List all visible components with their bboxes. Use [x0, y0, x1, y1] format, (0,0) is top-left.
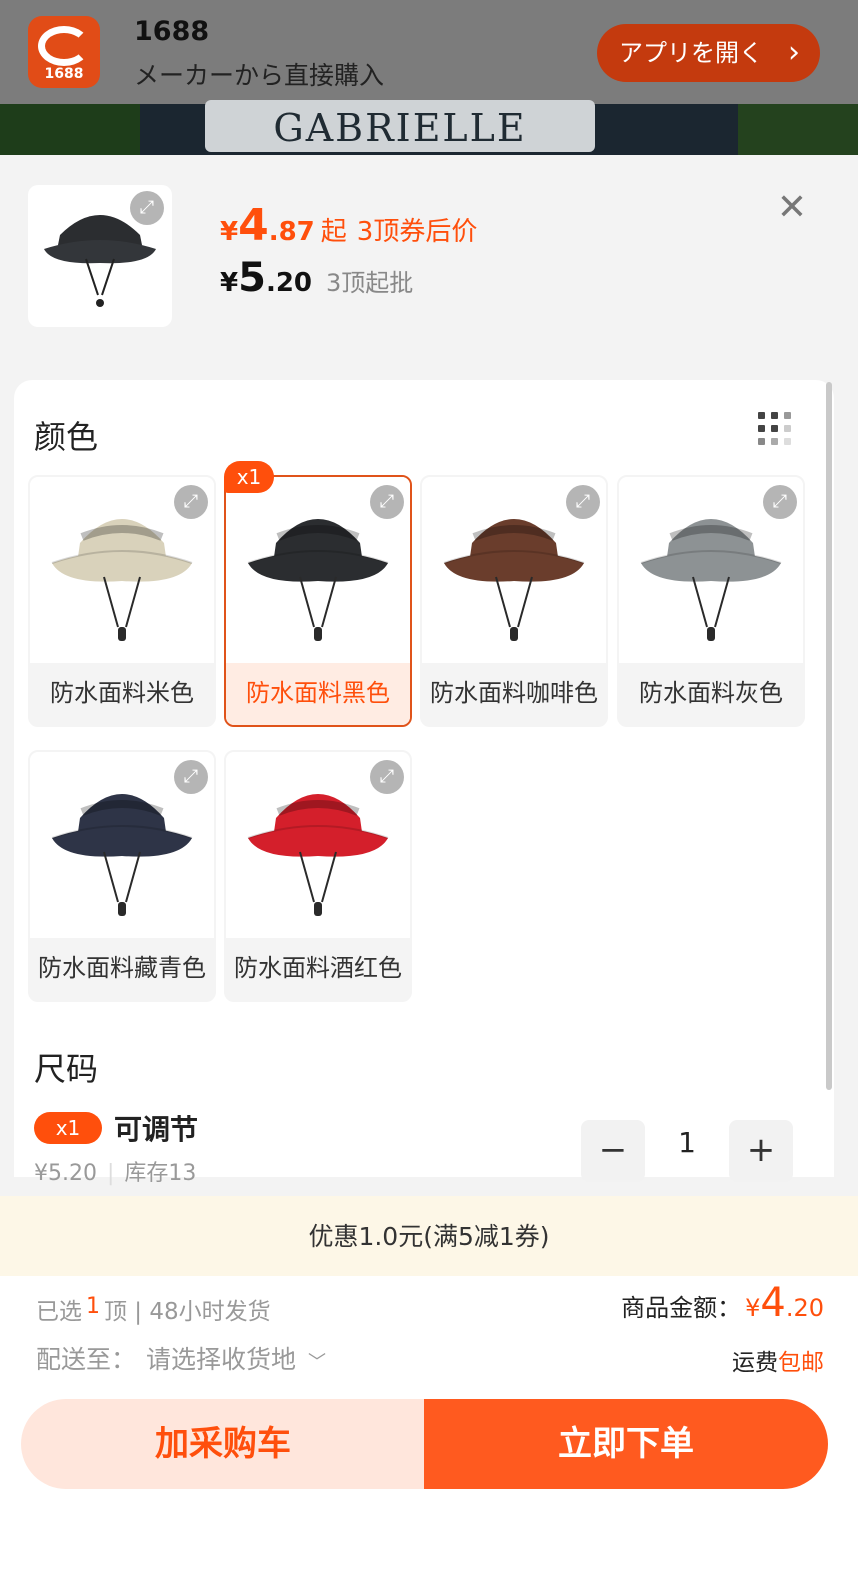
color-option-label: 防水面料米色	[50, 679, 194, 707]
quantity-increase-button[interactable]: +	[729, 1120, 793, 1182]
buy-now-button[interactable]: 立即下单	[424, 1399, 828, 1489]
color-option-label: 防水面料黑色	[226, 663, 410, 725]
grid-view-icon[interactable]	[758, 412, 792, 446]
selected-count-badge: x1	[224, 461, 274, 493]
color-option-card[interactable]: ⤢ 防水面料咖啡色	[420, 475, 608, 727]
coupon-price: ¥4.87 起 3顶券后价	[220, 200, 478, 251]
open-app-button[interactable]: アプリを開く ›	[597, 24, 820, 82]
color-option-card[interactable]: ⤢ 防水面料酒红色	[224, 750, 412, 1002]
expand-icon[interactable]: ⤢	[370, 760, 404, 794]
color-option-card[interactable]: ⤢ 防水面料灰色	[617, 475, 805, 727]
shipping-address-selector[interactable]: 配送至： 请选择收货地 ﹀	[36, 1340, 326, 1376]
quantity-decrease-button[interactable]: −	[581, 1120, 645, 1182]
background-shirt-print: GABRIELLE CHANEL	[205, 100, 595, 152]
chevron-down-icon: ﹀	[307, 1352, 326, 1373]
expand-icon[interactable]: ⤢	[370, 485, 404, 519]
product-thumbnail[interactable]: ⤢	[28, 185, 172, 327]
color-option-card[interactable]: ⤢ 防水面料米色	[28, 475, 216, 727]
expand-icon[interactable]: ⤢	[763, 485, 797, 519]
expand-icon[interactable]: ⤢	[566, 485, 600, 519]
close-icon[interactable]: ✕	[772, 188, 812, 228]
size-option-name: 可调节	[114, 1113, 199, 1146]
add-to-cart-button[interactable]: 加采购车	[21, 1399, 425, 1489]
top-banner: GABRIELLE CHANEL 1688 1688 メーカーから直接購入 アプ…	[0, 0, 858, 160]
scrollbar[interactable]	[826, 382, 832, 1090]
promo-bar: 优惠1.0元(满5减1券)	[0, 1196, 858, 1276]
chevron-right-icon: ›	[788, 35, 800, 70]
size-count-badge: x1	[34, 1112, 102, 1144]
ship-to-address: 请选择收货地	[146, 1345, 297, 1374]
size-price: ¥5.20	[34, 1161, 97, 1186]
selected-count: 1	[86, 1294, 100, 1319]
color-option-label: 防水面料藏青色	[38, 954, 206, 982]
color-option-card[interactable]: ⤢ 防水面料黑色	[224, 475, 412, 727]
freight-info: 运费包邮	[732, 1350, 824, 1376]
background-grass-right	[738, 104, 858, 160]
color-option-label: 防水面料酒红色	[234, 954, 402, 982]
selection-summary: 已选 1 顶 | 48小时发货	[36, 1294, 271, 1325]
color-option-label: 防水面料咖啡色	[430, 679, 598, 707]
app-logo: 1688	[28, 16, 100, 88]
expand-icon[interactable]: ⤢	[174, 760, 208, 794]
background-grass	[0, 104, 140, 160]
total-amount: 商品金额： ¥4.20	[621, 1280, 824, 1326]
expand-icon[interactable]: ⤢	[174, 485, 208, 519]
color-option-label: 防水面料灰色	[639, 679, 783, 707]
open-app-label: アプリを開く	[619, 39, 763, 67]
ship-to-label: 配送至：	[36, 1345, 137, 1374]
app-subtitle: メーカーから直接購入	[134, 61, 385, 90]
color-section-title: 颜色	[34, 418, 99, 456]
color-option-card[interactable]: ⤢ 防水面料藏青色	[28, 750, 216, 1002]
expand-icon[interactable]: ⤢	[130, 191, 164, 225]
quantity-value[interactable]: 1	[652, 1126, 722, 1159]
size-stock: 库存13	[124, 1161, 197, 1186]
size-option-info: ¥5.20 | 库存13	[34, 1161, 197, 1186]
wholesale-price: ¥5.20 3顶起批	[220, 255, 414, 301]
size-section-title: 尺码	[34, 1050, 99, 1088]
app-name: 1688	[134, 16, 210, 47]
